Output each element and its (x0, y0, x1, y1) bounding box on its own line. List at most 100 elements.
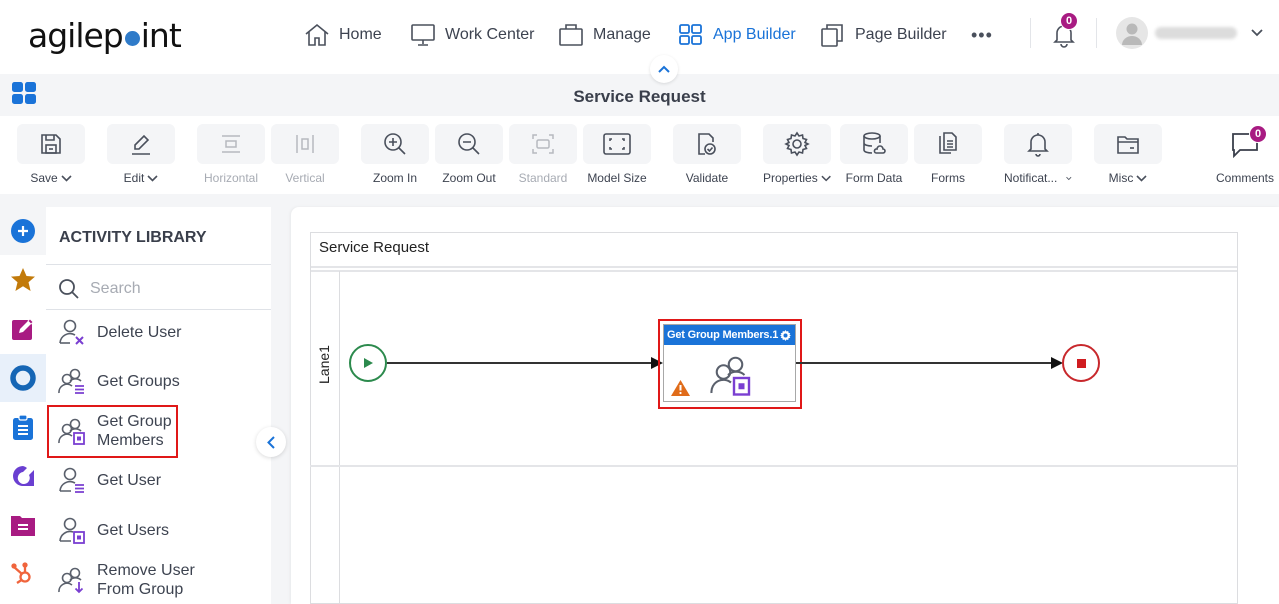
collapse-library-button[interactable] (256, 427, 286, 457)
vertical-label: Vertical (285, 171, 325, 185)
remove-user-from-group-icon (58, 567, 84, 594)
sequence-flow[interactable] (387, 362, 652, 364)
nav-more-button[interactable]: ••• (971, 22, 993, 48)
page-title: Service Request (573, 87, 706, 106)
standard-size-button[interactable]: Standard (509, 124, 577, 185)
circle-icon (10, 365, 36, 391)
library-item-label: Remove User From Group (97, 562, 195, 598)
comments-button[interactable]: 0 Comments (1211, 124, 1279, 185)
user-avatar[interactable] (1116, 17, 1148, 49)
library-item-label: Get User (97, 471, 162, 489)
nav-home[interactable]: Home (304, 22, 382, 48)
activity-get-group-members[interactable]: Get Group Members.1 (663, 324, 796, 402)
nav-manage[interactable]: Manage (558, 22, 651, 48)
nav-home-label: Home (339, 26, 382, 43)
rail-agilepoint[interactable] (0, 452, 46, 500)
activity-header: Get Group Members.1 (664, 325, 795, 345)
chevron-down-icon (1136, 174, 1147, 182)
rail-tasks[interactable] (0, 403, 46, 451)
collapse-header-button[interactable] (650, 55, 678, 83)
lane-header[interactable] (311, 271, 340, 603)
search-icon (59, 279, 79, 299)
pages-icon (821, 24, 843, 47)
nav-page-builder[interactable]: Page Builder (820, 22, 947, 48)
pool[interactable]: Service Request (310, 232, 1238, 604)
misc-button[interactable]: Misc (1094, 124, 1162, 185)
star-icon (11, 268, 35, 291)
pencil-icon (132, 134, 150, 155)
nav-app-builder[interactable]: App Builder (678, 22, 796, 48)
zoom-in-label: Zoom In (372, 171, 417, 185)
get-users-icon (59, 517, 85, 544)
briefcase-icon (559, 24, 583, 46)
gear-icon[interactable] (779, 329, 792, 342)
chevron-down-icon (821, 175, 831, 181)
rail-favorites[interactable] (0, 256, 46, 304)
chevron-down-icon (1066, 176, 1072, 180)
nav-work-center[interactable]: Work Center (410, 22, 535, 48)
rail-forms[interactable] (0, 305, 46, 353)
library-item-get-users[interactable]: Get Users (58, 516, 169, 544)
play-icon (364, 358, 373, 368)
sequence-flow[interactable] (796, 362, 1052, 364)
database-icon (863, 132, 886, 154)
get-group-members-icon (710, 356, 751, 396)
library-search-input[interactable] (90, 280, 260, 298)
library-search (58, 277, 260, 301)
edit-label: Edit (123, 171, 145, 185)
chevron-left-icon (267, 435, 275, 449)
nav-divider (1096, 18, 1097, 48)
properties-label: Properties (763, 171, 818, 185)
zoom-in-button[interactable]: Zoom In (361, 124, 429, 185)
user-name-blurred[interactable] (1155, 27, 1237, 39)
gear-icon (784, 131, 810, 157)
start-event[interactable] (349, 344, 387, 382)
agilepoint-logo[interactable]: agilep int (28, 16, 182, 55)
edit-button[interactable]: Edit (107, 124, 175, 185)
save-button[interactable]: Save (17, 124, 85, 185)
activity-label: Get Group Members.1 (667, 329, 779, 341)
zoom-out-icon (458, 133, 480, 155)
rail-documents[interactable] (0, 501, 46, 549)
comments-label: Comments (1215, 171, 1274, 185)
user-menu-dropdown[interactable] (1250, 25, 1264, 43)
pool-divider (311, 270, 1237, 272)
form-data-button[interactable]: Form Data (840, 124, 908, 185)
edit-note-icon (12, 318, 34, 340)
horizontal-align-icon (222, 135, 240, 153)
rail-add[interactable] (0, 207, 46, 255)
activity-category-rail (0, 207, 46, 604)
home-icon (305, 23, 329, 46)
end-event[interactable] (1062, 344, 1100, 382)
horizontal-layout-button[interactable]: Horizontal (197, 124, 265, 185)
model-size-label: Model Size (587, 171, 647, 185)
model-size-icon (603, 133, 631, 155)
library-item-remove-user-from-group[interactable]: Remove User From Group (58, 561, 207, 599)
toolbar: Save Edit Horizontal Vertical Zoom In Zo… (0, 116, 1279, 194)
vertical-layout-button[interactable]: Vertical (271, 124, 339, 185)
notifications-tool-button[interactable]: Notificat... (1004, 124, 1072, 185)
get-user-icon (59, 467, 84, 493)
rail-office365[interactable] (0, 354, 46, 402)
get-groups-icon (58, 368, 84, 394)
forms-button[interactable]: Forms (914, 124, 982, 185)
chevron-down-icon (1251, 29, 1263, 37)
form-data-label: Form Data (845, 171, 903, 185)
comments-badge: 0 (1249, 125, 1267, 143)
logo-dot (124, 31, 140, 46)
rail-hubspot[interactable] (0, 550, 46, 598)
validate-icon (698, 133, 716, 155)
validate-button[interactable]: Validate (673, 124, 741, 185)
library-item-get-groups[interactable]: Get Groups (58, 367, 180, 395)
logo-text-left: agilep (28, 16, 124, 55)
zoom-out-button[interactable]: Zoom Out (435, 124, 503, 185)
library-item-get-user[interactable]: Get User (58, 466, 161, 494)
library-item-delete-user[interactable]: Delete User (58, 318, 181, 346)
library-item-label: Delete User (97, 323, 182, 341)
model-size-button[interactable]: Model Size (583, 124, 651, 185)
properties-button[interactable]: Properties (763, 124, 831, 185)
vertical-align-icon (296, 135, 314, 153)
warning-icon[interactable] (671, 380, 690, 396)
grid-icon (679, 24, 702, 45)
notifications-button[interactable]: 0 (1050, 12, 1078, 48)
